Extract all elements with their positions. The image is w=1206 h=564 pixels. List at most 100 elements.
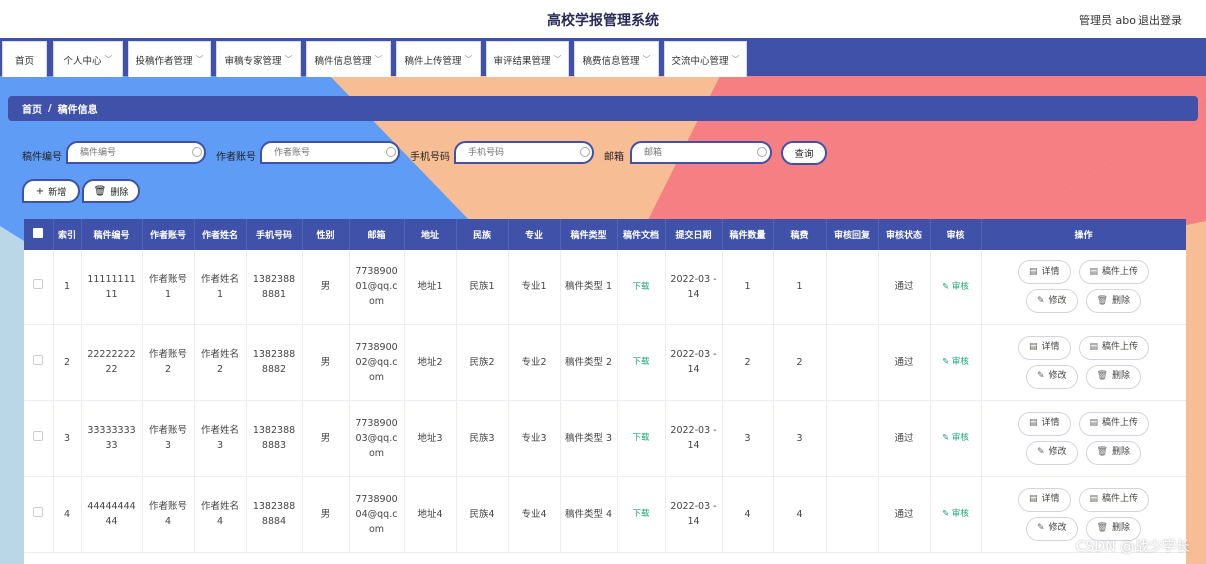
search-label-email: 邮箱	[604, 152, 624, 163]
cell-email: 7738900 01@qq.c om	[349, 250, 405, 325]
upload-button[interactable]: ▤ 稿件上传	[1078, 411, 1150, 436]
cell-name: 作者姓名 2	[194, 324, 247, 401]
trash-icon: 🗑	[1096, 371, 1108, 381]
cell-gender: 男	[302, 400, 350, 477]
search-input-account[interactable]	[260, 141, 400, 164]
chevron-down-icon: ﹀	[195, 55, 204, 64]
nav-item-fee-info[interactable]: 稿费信息管理 ﹀	[574, 41, 659, 77]
cell-count: 2	[722, 324, 774, 401]
query-button[interactable]: 查询	[781, 141, 827, 165]
download-link[interactable]: 下载	[632, 433, 649, 443]
cell-count: 3	[722, 400, 774, 477]
cell-code: 44444444 44	[81, 476, 143, 553]
nav-item-manuscript-upload[interactable]: 稿件上传管理 ﹀	[396, 41, 481, 77]
audit-link[interactable]: ✎ 审核	[942, 509, 969, 519]
detail-button[interactable]: ▤ 详情	[1017, 411, 1071, 436]
row-checkbox[interactable]	[24, 476, 54, 553]
cell-email: 7738900 04@qq.c om	[349, 476, 405, 553]
edit-button[interactable]: ✎ 修改	[1025, 440, 1078, 465]
audit-link[interactable]: ✎ 审核	[942, 357, 969, 367]
cell-fee: 4	[773, 476, 827, 553]
row-checkbox[interactable]	[24, 324, 54, 401]
search-icon	[386, 147, 396, 157]
cell-gender: 男	[302, 250, 350, 325]
edit-icon: ✎	[1036, 371, 1045, 381]
pencil-icon: ✎	[942, 281, 952, 292]
cell-phone: 1382388 8884	[246, 476, 303, 553]
row-actions: ▤ 详情 ▤ 稿件上传 ✎ 修改 🗑 删除	[985, 411, 1183, 465]
cell-reply	[826, 400, 879, 477]
cell-name: 作者姓名 3	[194, 400, 247, 477]
detail-button[interactable]: ▤ 详情	[1017, 260, 1071, 285]
breadcrumb: 首页 / 稿件信息	[8, 96, 1198, 121]
edit-button[interactable]: ✎ 修改	[1025, 516, 1078, 541]
cell-ops: ▤ 详情 ▤ 稿件上传 ✎ 修改 🗑 删除	[981, 324, 1186, 401]
delete-button[interactable]: 🗑 删除	[1085, 440, 1141, 465]
nav-item-home[interactable]: 首页	[2, 41, 47, 77]
nav-item-reviewer-management[interactable]: 审稿专家管理 ﹀	[216, 41, 301, 77]
cell-nation: 民族2	[456, 324, 509, 401]
download-link[interactable]: 下载	[632, 357, 649, 367]
checkbox-icon	[33, 506, 44, 517]
edit-icon: ✎	[1036, 295, 1045, 306]
batch-delete-button[interactable]: 🗑 删除	[82, 179, 140, 203]
add-button[interactable]: + 新增	[22, 179, 80, 203]
cell-status: 通过	[878, 324, 931, 401]
search-icon	[757, 147, 767, 157]
table-row: 3 33333333 33 作者账号 3 作者姓名 3 1382388 8883…	[24, 400, 1186, 477]
upload-button[interactable]: ▤ 稿件上传	[1078, 260, 1150, 285]
trash-icon: 🗑	[93, 185, 107, 197]
cell-code: 22222222 22	[81, 324, 143, 401]
cell-status: 通过	[878, 250, 931, 325]
audit-link[interactable]: ✎ 审核	[942, 433, 969, 443]
cell-phone: 1382388 8882	[246, 324, 303, 401]
upload-button[interactable]: ▤ 稿件上传	[1078, 335, 1150, 360]
chevron-down-icon: ﹀	[731, 55, 740, 64]
pencil-icon: ✎	[942, 509, 952, 519]
search-input-phone[interactable]	[454, 141, 594, 164]
delete-button[interactable]: 🗑 删除	[1085, 289, 1141, 314]
upload-button[interactable]: ▤ 稿件上传	[1078, 487, 1150, 512]
search-input-code[interactable]	[66, 141, 206, 164]
cell-doc: 下载	[617, 476, 666, 553]
cell-email: 7738900 03@qq.c om	[349, 400, 405, 477]
detail-button[interactable]: ▤ 详情	[1017, 487, 1071, 512]
cell-code: 11111111 11	[81, 250, 143, 325]
column-header: 作者账号	[142, 219, 195, 250]
row-checkbox[interactable]	[24, 250, 54, 325]
nav-item-exchange-center[interactable]: 交流中心管理 ﹀	[664, 41, 747, 77]
audit-link[interactable]: ✎ 审核	[942, 282, 969, 292]
cell-phone: 1382388 8881	[246, 250, 303, 325]
breadcrumb-current: 稿件信息	[57, 105, 98, 116]
current-user: 管理员 abo	[1079, 14, 1136, 27]
cell-count: 4	[722, 476, 774, 553]
cell-gender: 男	[302, 476, 350, 553]
cell-address: 地址4	[404, 476, 457, 553]
search-input-email[interactable]	[630, 141, 772, 164]
edit-icon: ✎	[1036, 523, 1045, 533]
select-all-checkbox[interactable]	[24, 219, 54, 250]
edit-button[interactable]: ✎ 修改	[1025, 364, 1078, 389]
upload-icon: ▤	[1089, 266, 1099, 277]
table-row: 4 44444444 44 作者账号 4 作者姓名 4 1382388 8884…	[24, 476, 1186, 553]
delete-button[interactable]: 🗑 删除	[1085, 364, 1141, 389]
breadcrumb-home[interactable]: 首页	[22, 101, 42, 116]
main-nav: 首页 个人中心 ﹀ 投稿作者管理 ﹀ 审稿专家管理 ﹀ 稿件信息管理 ﹀ 稿件上传管理 ﹀…	[0, 38, 1206, 77]
edit-button[interactable]: ✎ 修改	[1025, 289, 1078, 314]
logout-link[interactable]: 退出登录	[1138, 12, 1182, 28]
search-icon	[580, 147, 590, 157]
nav-item-author-management[interactable]: 投稿作者管理 ﹀	[128, 41, 211, 77]
cell-date: 2022-03 -14	[665, 400, 723, 477]
detail-button[interactable]: ▤ 详情	[1017, 335, 1071, 360]
download-link[interactable]: 下载	[632, 509, 649, 519]
row-checkbox[interactable]	[24, 400, 54, 477]
nav-item-manuscript-info[interactable]: 稿件信息管理 ﹀	[306, 41, 391, 77]
nav-item-review-results[interactable]: 审评结果管理 ﹀	[486, 41, 569, 77]
row-actions: ▤ 详情 ▤ 稿件上传 ✎ 修改 🗑 删除	[985, 335, 1183, 389]
nav-item-personal-center[interactable]: 个人中心 ﹀	[53, 41, 123, 77]
detail-icon: ▤	[1028, 342, 1038, 352]
cell-major: 专业2	[508, 324, 561, 401]
upload-icon: ▤	[1089, 494, 1099, 504]
download-link[interactable]: 下载	[632, 282, 649, 292]
cell-address: 地址3	[404, 400, 457, 477]
